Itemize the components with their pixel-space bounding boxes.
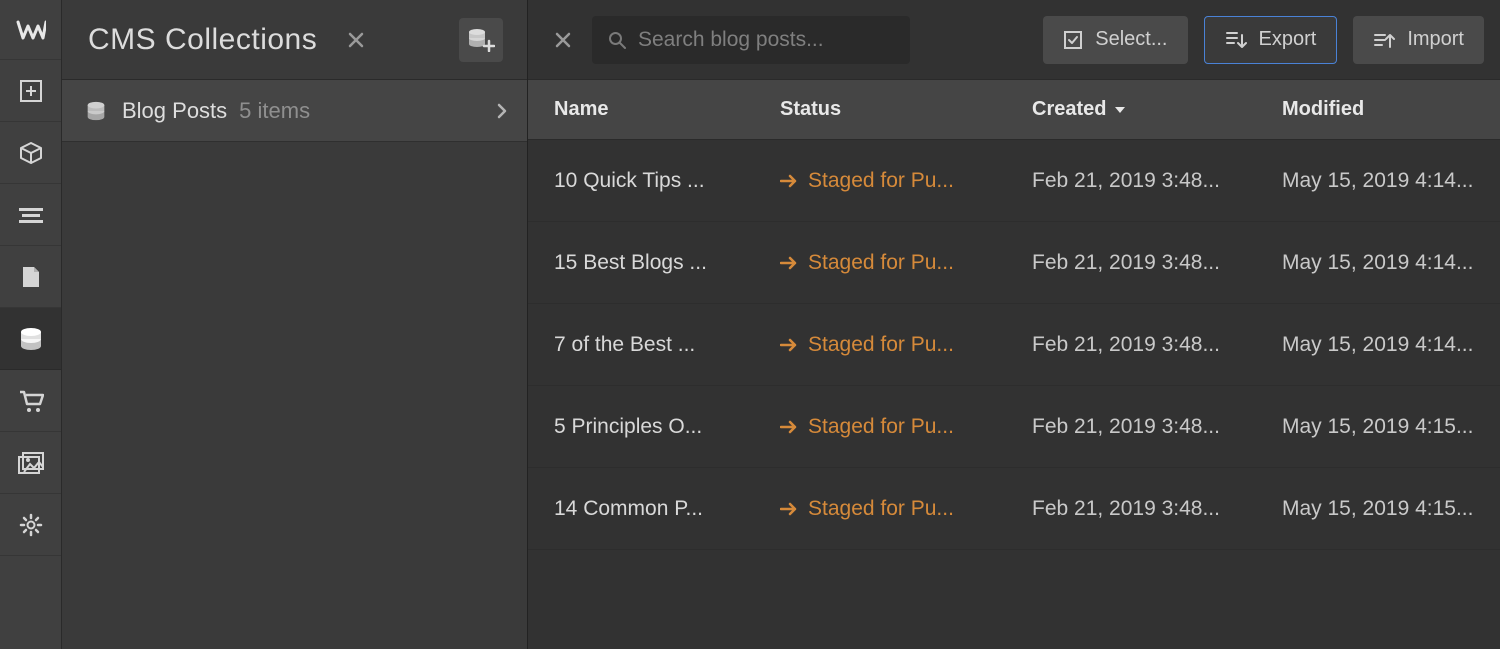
- status-text: Staged for Pu...: [808, 415, 954, 439]
- layout-icon[interactable]: [0, 184, 61, 246]
- status-text: Staged for Pu...: [808, 333, 954, 357]
- select-icon: [1063, 30, 1083, 50]
- table-row[interactable]: 15 Best Blogs ... Staged for Pu... Feb 21,…: [528, 222, 1500, 304]
- import-button[interactable]: Import: [1353, 16, 1484, 64]
- column-modified[interactable]: Modified: [1282, 98, 1500, 121]
- toolbar: Select... Export Import: [528, 0, 1500, 80]
- export-label: Export: [1259, 28, 1317, 51]
- table-row[interactable]: 10 Quick Tips ... Staged for Pu... Feb 21,…: [528, 140, 1500, 222]
- column-name[interactable]: Name: [528, 98, 780, 121]
- cell-status: Staged for Pu...: [780, 333, 1032, 357]
- page-icon[interactable]: [0, 246, 61, 308]
- toolbar-close-button[interactable]: [550, 27, 576, 53]
- status-text: Staged for Pu...: [808, 251, 954, 275]
- column-created-label: Created: [1032, 98, 1106, 121]
- import-label: Import: [1407, 28, 1464, 51]
- logo-icon[interactable]: [0, 0, 61, 60]
- collections-panel: CMS Collections Blog Posts 5 items: [62, 0, 528, 649]
- cell-modified: May 15, 2019 4:14...: [1282, 251, 1500, 275]
- collection-icon: [86, 101, 106, 121]
- export-icon: [1225, 30, 1247, 50]
- arrow-right-icon: [780, 338, 798, 352]
- cell-name: 14 Common P...: [528, 497, 780, 521]
- cell-modified: May 15, 2019 4:15...: [1282, 415, 1500, 439]
- cms-icon[interactable]: [0, 308, 61, 370]
- left-rail: [0, 0, 62, 649]
- chevron-right-icon: [497, 103, 507, 119]
- cell-name: 5 Principles O...: [528, 415, 780, 439]
- table-row[interactable]: 14 Common P... Staged for Pu... Feb 21, 20…: [528, 468, 1500, 550]
- cell-name: 7 of the Best ...: [528, 333, 780, 357]
- cell-status: Staged for Pu...: [780, 497, 1032, 521]
- collection-list: Blog Posts 5 items: [62, 80, 527, 649]
- status-text: Staged for Pu...: [808, 169, 954, 193]
- collection-count: 5 items: [239, 98, 310, 124]
- cell-modified: May 15, 2019 4:14...: [1282, 169, 1500, 193]
- settings-icon[interactable]: [0, 494, 61, 556]
- cell-name: 10 Quick Tips ...: [528, 169, 780, 193]
- panel-header: CMS Collections: [62, 0, 527, 80]
- table-row[interactable]: 7 of the Best ... Staged for Pu... Feb 21,…: [528, 304, 1500, 386]
- cell-created: Feb 21, 2019 3:48...: [1032, 415, 1282, 439]
- cell-created: Feb 21, 2019 3:48...: [1032, 497, 1282, 521]
- add-icon[interactable]: [0, 60, 61, 122]
- import-icon: [1373, 30, 1395, 50]
- toolbar-right: Select... Export Import: [1043, 16, 1484, 64]
- cell-created: Feb 21, 2019 3:48...: [1032, 251, 1282, 275]
- assets-icon[interactable]: [0, 432, 61, 494]
- table-body: 10 Quick Tips ... Staged for Pu... Feb 21,…: [528, 140, 1500, 550]
- collection-row[interactable]: Blog Posts 5 items: [62, 80, 527, 142]
- cell-status: Staged for Pu...: [780, 169, 1032, 193]
- panel-title: CMS Collections: [88, 23, 317, 57]
- search-input[interactable]: [638, 28, 894, 52]
- arrow-right-icon: [780, 174, 798, 188]
- collection-name: Blog Posts: [122, 98, 227, 124]
- status-text: Staged for Pu...: [808, 497, 954, 521]
- cell-name: 15 Best Blogs ...: [528, 251, 780, 275]
- search-box[interactable]: [592, 16, 910, 64]
- arrow-right-icon: [780, 420, 798, 434]
- select-label: Select...: [1095, 28, 1167, 51]
- arrow-right-icon: [780, 256, 798, 270]
- export-button[interactable]: Export: [1204, 16, 1338, 64]
- cell-status: Staged for Pu...: [780, 251, 1032, 275]
- sort-desc-icon: [1114, 106, 1126, 114]
- add-collection-button[interactable]: [459, 18, 503, 62]
- column-status[interactable]: Status: [780, 98, 1032, 121]
- table-header: Name Status Created Modified: [528, 80, 1500, 140]
- search-icon: [608, 31, 626, 49]
- app-root: CMS Collections Blog Posts 5 items: [0, 0, 1500, 649]
- cell-modified: May 15, 2019 4:14...: [1282, 333, 1500, 357]
- column-created[interactable]: Created: [1032, 98, 1282, 121]
- select-button[interactable]: Select...: [1043, 16, 1187, 64]
- cell-status: Staged for Pu...: [780, 415, 1032, 439]
- arrow-right-icon: [780, 502, 798, 516]
- cell-created: Feb 21, 2019 3:48...: [1032, 333, 1282, 357]
- main-content: Select... Export Import Name Status: [528, 0, 1500, 649]
- box-icon[interactable]: [0, 122, 61, 184]
- cell-modified: May 15, 2019 4:15...: [1282, 497, 1500, 521]
- table-row[interactable]: 5 Principles O... Staged for Pu... Feb 21,…: [528, 386, 1500, 468]
- ecommerce-icon[interactable]: [0, 370, 61, 432]
- panel-close-button[interactable]: [343, 27, 369, 53]
- cell-created: Feb 21, 2019 3:48...: [1032, 169, 1282, 193]
